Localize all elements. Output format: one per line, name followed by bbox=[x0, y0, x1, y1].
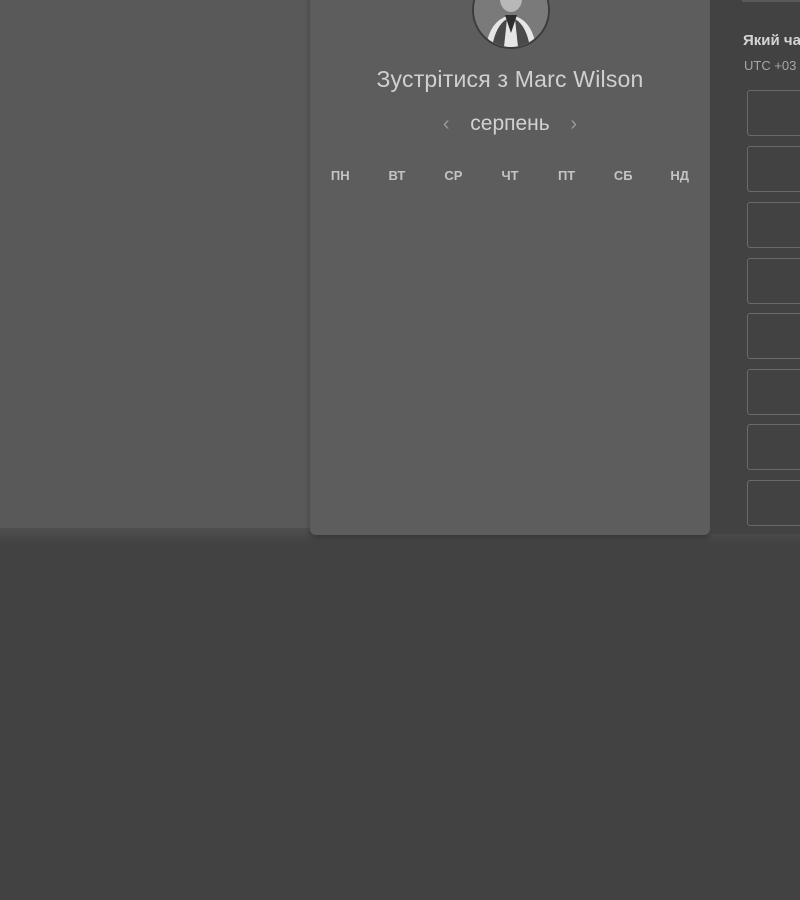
time-slot[interactable] bbox=[747, 90, 800, 136]
chevron-left-icon[interactable]: ‹ bbox=[432, 113, 460, 136]
time-question-heading: Який ча bbox=[743, 32, 800, 49]
host-avatar bbox=[472, 0, 550, 49]
time-slot[interactable] bbox=[747, 202, 800, 248]
weekday-header: ПН ВТ СР ЧТ ПТ СБ НД bbox=[312, 168, 708, 183]
weekday-thu: ЧТ bbox=[501, 168, 519, 183]
time-slot[interactable] bbox=[747, 258, 800, 304]
weekday-wed: СР bbox=[444, 168, 463, 183]
weekday-mon: ПН bbox=[330, 168, 350, 183]
month-navigation: ‹ серпень › bbox=[310, 109, 710, 139]
page: Зустрітися з Marc Wilson ‹ серпень › ПН … bbox=[0, 0, 800, 900]
panel-top-edge bbox=[742, 0, 800, 2]
timezone-label: UTC +03 bbox=[744, 58, 797, 73]
weekday-sun: НД bbox=[670, 168, 690, 183]
meeting-title: Зустрітися з Marc Wilson bbox=[376, 66, 644, 92]
time-slot[interactable] bbox=[747, 480, 800, 526]
calendar-card: Зустрітися з Marc Wilson ‹ серпень › ПН … bbox=[310, 0, 710, 535]
month-label: серпень bbox=[470, 112, 550, 135]
time-slot[interactable] bbox=[747, 313, 800, 359]
time-slot[interactable] bbox=[747, 424, 800, 470]
time-slot[interactable] bbox=[747, 369, 800, 415]
chevron-right-icon[interactable]: › bbox=[560, 113, 588, 136]
person-photo-icon bbox=[474, 0, 548, 47]
weekday-tue: ВТ bbox=[388, 168, 406, 183]
weekday-fri: ПТ bbox=[557, 168, 576, 183]
time-slot[interactable] bbox=[747, 146, 800, 192]
weekday-sat: СБ bbox=[613, 168, 633, 183]
time-slots-panel: Який ча UTC +03 bbox=[710, 0, 800, 534]
